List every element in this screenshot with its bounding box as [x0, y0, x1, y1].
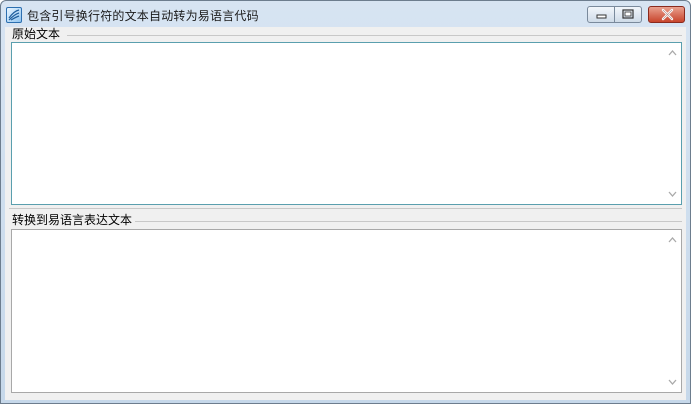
close-button[interactable]: [648, 6, 685, 23]
client-area: 原始文本 转换到易语言表达文本: [5, 27, 686, 400]
close-icon: [661, 8, 674, 21]
scroll-down-icon[interactable]: [668, 191, 677, 197]
original-text-label: 原始文本: [12, 27, 61, 41]
maximize-button[interactable]: [615, 6, 642, 23]
converted-label-separator: [135, 221, 682, 222]
converted-scrollbar[interactable]: [664, 230, 681, 392]
section-divider: [9, 208, 682, 209]
converted-text-output[interactable]: [11, 229, 682, 393]
title-bar[interactable]: 包含引号换行符的文本自动转为易语言代码: [1, 1, 690, 29]
maximize-icon: [622, 9, 634, 19]
original-text-input[interactable]: [11, 42, 682, 205]
app-icon[interactable]: [6, 7, 22, 23]
app-window: 包含引号换行符的文本自动转为易语言代码 原始文本 转换到易语言表达文本: [0, 0, 691, 404]
original-label-separator: [67, 35, 682, 36]
window-title: 包含引号换行符的文本自动转为易语言代码: [27, 9, 259, 23]
scroll-down-icon[interactable]: [668, 379, 677, 385]
scroll-up-icon[interactable]: [668, 50, 677, 56]
minimize-icon: [596, 14, 607, 19]
minimize-button[interactable]: [587, 6, 615, 23]
original-scrollbar[interactable]: [664, 43, 681, 204]
converted-text-label: 转换到易语言表达文本: [12, 213, 133, 227]
scroll-up-icon[interactable]: [668, 237, 677, 243]
